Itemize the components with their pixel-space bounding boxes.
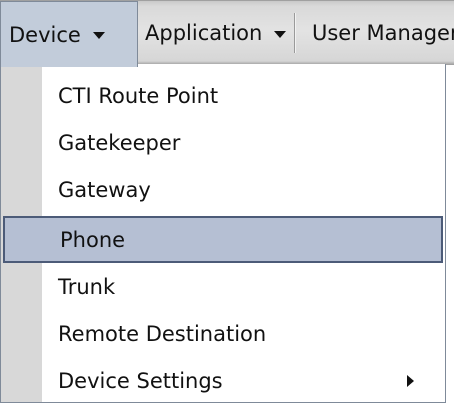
- menu-item-trunk[interactable]: Trunk: [1, 263, 445, 310]
- submenu-arrow-icon: [407, 374, 414, 387]
- menu-item-label: Gateway: [58, 177, 151, 202]
- menu-bar: Device Application User Managem: [0, 0, 454, 67]
- app-root: Device Application User Managem CTI Rout…: [0, 0, 454, 403]
- menu-user-management[interactable]: User Managem: [312, 1, 454, 65]
- menu-user-management-label: User Managem: [312, 21, 454, 45]
- menu-separator: [294, 13, 295, 53]
- menu-item-label: CTI Route Point: [58, 83, 219, 108]
- menu-item-label: Remote Destination: [58, 321, 267, 346]
- menu-item-remote-destination[interactable]: Remote Destination: [1, 310, 445, 357]
- caret-down-icon: [274, 30, 287, 38]
- menu-item-device-settings[interactable]: Device Settings: [1, 357, 445, 403]
- menu-device[interactable]: Device: [0, 1, 138, 67]
- device-dropdown-menu: CTI Route Point Gatekeeper Gateway Phone…: [0, 64, 446, 403]
- menu-application[interactable]: Application: [145, 1, 287, 65]
- menu-item-cti-route-point[interactable]: CTI Route Point: [1, 72, 445, 119]
- caret-down-icon: [92, 32, 105, 39]
- menu-device-label: Device: [9, 22, 81, 47]
- menu-item-label: Trunk: [58, 274, 116, 299]
- menu-item-label: Phone: [60, 227, 126, 252]
- menu-item-label: Device Settings: [58, 368, 223, 393]
- menu-item-label: Gatekeeper: [58, 130, 181, 155]
- menu-application-label: Application: [145, 21, 263, 45]
- menu-item-gateway[interactable]: Gateway: [1, 166, 445, 213]
- menu-item-gatekeeper[interactable]: Gatekeeper: [1, 119, 445, 166]
- menu-item-phone[interactable]: Phone: [3, 216, 443, 263]
